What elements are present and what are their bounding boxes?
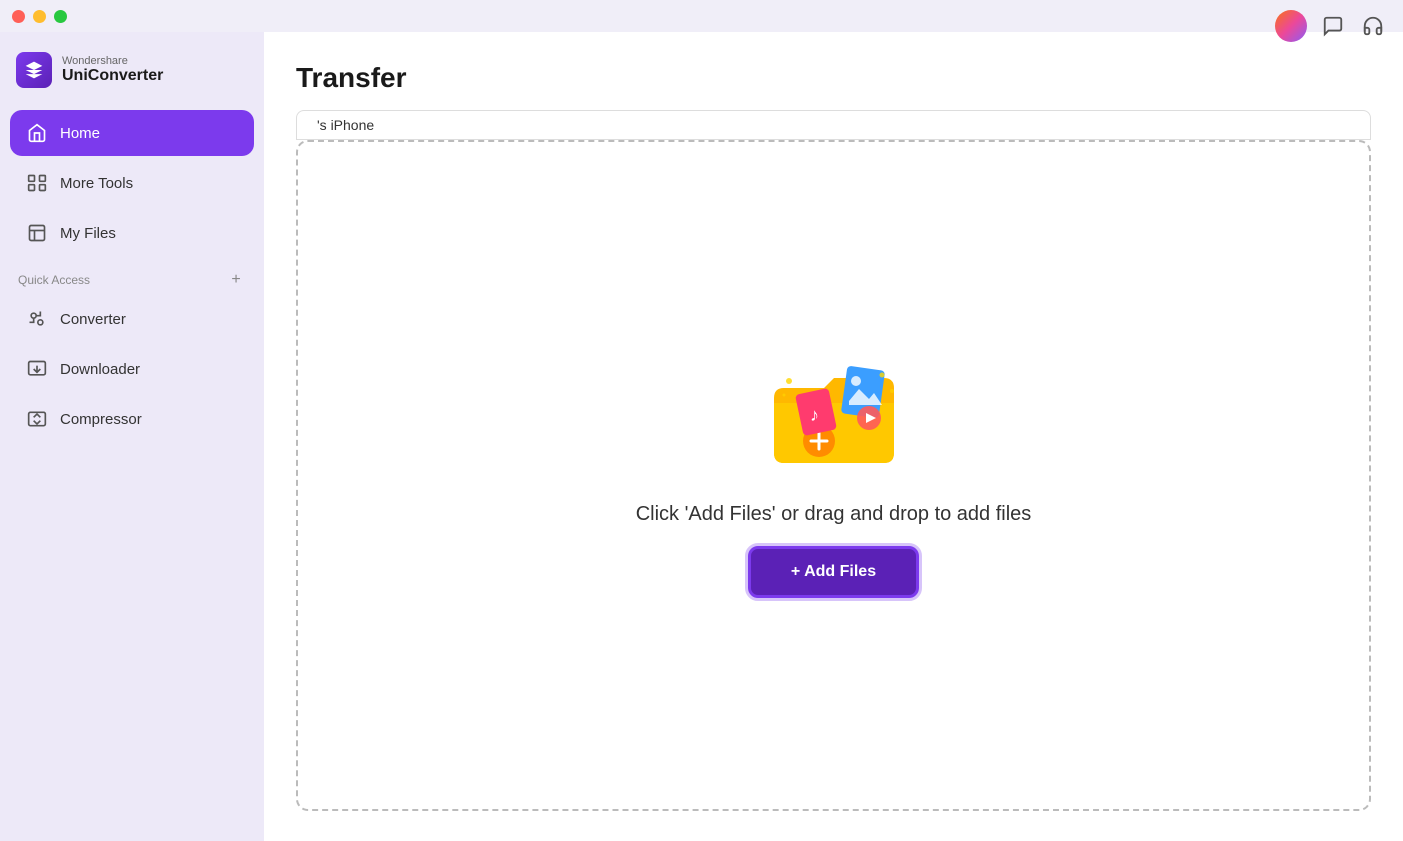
- sidebar-item-more-tools[interactable]: More Tools: [10, 160, 254, 206]
- topbar-right: [1275, 10, 1387, 42]
- app-layout: Wondershare UniConverter Home: [0, 32, 1403, 841]
- add-files-button[interactable]: + Add Files: [748, 546, 919, 598]
- quick-access-header: Quick Access +: [0, 258, 264, 294]
- drop-zone[interactable]: ♪ Click 'Add Files' or drag and drop to …: [296, 140, 1371, 811]
- app-logo: Wondershare UniConverter: [0, 44, 264, 108]
- sidebar-item-converter-label: Converter: [60, 311, 126, 328]
- compressor-icon: [26, 408, 48, 430]
- more-tools-icon: [26, 172, 48, 194]
- page-title: Transfer: [296, 62, 1371, 94]
- drop-zone-illustration: ♪: [764, 353, 904, 483]
- sidebar-item-converter[interactable]: Converter: [10, 296, 254, 342]
- maximize-button[interactable]: [54, 10, 67, 23]
- user-avatar[interactable]: [1275, 10, 1307, 42]
- app-name: UniConverter: [62, 67, 163, 85]
- sidebar-item-compressor[interactable]: Compressor: [10, 396, 254, 442]
- svg-text:♪: ♪: [810, 405, 819, 425]
- chat-icon[interactable]: [1319, 12, 1347, 40]
- logo-text: Wondershare UniConverter: [62, 55, 163, 85]
- close-button[interactable]: [12, 10, 25, 23]
- quick-access-add-button[interactable]: +: [226, 270, 246, 290]
- sidebar-item-more-tools-label: More Tools: [60, 175, 133, 192]
- sidebar: Wondershare UniConverter Home: [0, 32, 264, 841]
- headset-icon[interactable]: [1359, 12, 1387, 40]
- drop-zone-text: Click 'Add Files' or drag and drop to ad…: [636, 503, 1032, 526]
- converter-icon: [26, 308, 48, 330]
- sidebar-item-compressor-label: Compressor: [60, 411, 142, 428]
- title-bar: [0, 0, 1403, 32]
- main-content: Transfer 's iPhone ♪: [264, 32, 1403, 841]
- sidebar-item-home[interactable]: Home: [10, 110, 254, 156]
- brand-name: Wondershare: [62, 55, 163, 67]
- logo-icon: [16, 52, 52, 88]
- sidebar-item-my-files[interactable]: My Files: [10, 210, 254, 256]
- device-tab[interactable]: 's iPhone: [296, 110, 1371, 140]
- minimize-button[interactable]: [33, 10, 46, 23]
- quick-access-label: Quick Access: [18, 273, 90, 287]
- sidebar-item-downloader-label: Downloader: [60, 361, 140, 378]
- my-files-icon: [26, 222, 48, 244]
- downloader-icon: [26, 358, 48, 380]
- sidebar-item-downloader[interactable]: Downloader: [10, 346, 254, 392]
- sidebar-item-my-files-label: My Files: [60, 225, 116, 242]
- sidebar-item-home-label: Home: [60, 125, 100, 142]
- home-icon: [26, 122, 48, 144]
